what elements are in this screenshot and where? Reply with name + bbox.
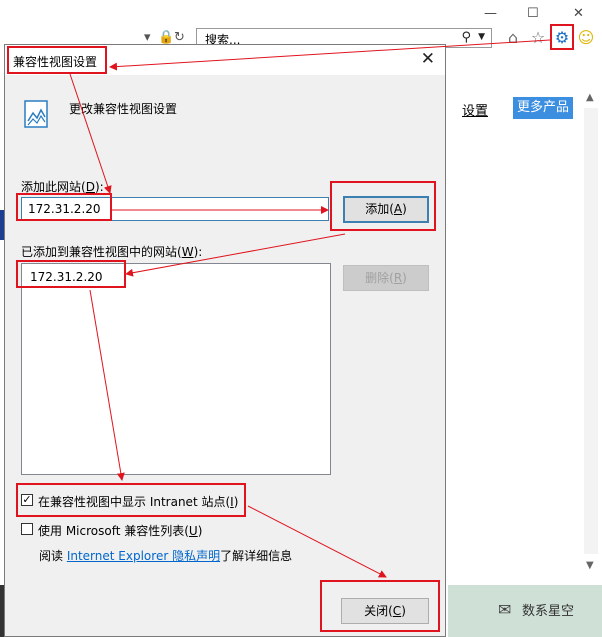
gear-icon[interactable]: ⚙	[552, 28, 572, 48]
added-sites-label: 已添加到兼容性视图中的网站(W):	[21, 245, 203, 259]
window-close-button[interactable]: ✕	[573, 6, 584, 21]
privacy-link[interactable]: Internet Explorer 隐私声明	[67, 549, 220, 563]
lock-icon: 🔒	[158, 30, 175, 45]
wechat-icon: ✉	[498, 600, 512, 619]
add-site-input[interactable]	[21, 197, 329, 221]
ms-list-checkbox[interactable]	[21, 523, 33, 535]
minimize-button[interactable]: —	[484, 6, 497, 21]
scroll-down-icon[interactable]: ▼	[586, 560, 594, 571]
star-icon[interactable]: ☆	[528, 28, 548, 48]
search-icon[interactable]: ⚲	[461, 30, 471, 45]
dialog-close-icon[interactable]: ✕	[421, 49, 435, 69]
home-icon[interactable]: ⌂	[503, 28, 523, 48]
more-products-button[interactable]: 更多产品	[513, 97, 573, 119]
compat-view-icon	[24, 100, 48, 128]
remove-button[interactable]: 删除(R)	[343, 265, 429, 291]
scroll-up-icon[interactable]: ▲	[586, 92, 594, 103]
dialog-titlebar[interactable]: 兼容性视图设置 ✕	[5, 45, 445, 75]
chevron-down-icon[interactable]: ▼	[478, 32, 485, 42]
smiley-icon[interactable]: ☺	[576, 28, 596, 48]
intranet-checkbox[interactable]: ✓	[21, 494, 33, 506]
dialog-title: 兼容性视图设置	[13, 55, 98, 69]
compat-view-dialog: 兼容性视图设置 ✕ 更改兼容性视图设置 添加此网站(D): 添加(A) 已添加到…	[4, 44, 446, 637]
page-content-behind	[448, 52, 602, 637]
refresh-icon[interactable]: ↻	[174, 30, 185, 45]
intranet-label[interactable]: 在兼容性视图中显示 Intranet 站点(I)	[38, 493, 238, 510]
add-button[interactable]: 添加(A)	[343, 196, 429, 223]
ms-list-label[interactable]: 使用 Microsoft 兼容性列表(U)	[38, 522, 202, 539]
scrollbar-track[interactable]	[584, 108, 598, 554]
close-button[interactable]: 关闭(C)	[341, 598, 429, 624]
dialog-header-text: 更改兼容性视图设置	[69, 102, 178, 116]
watermark-text: 数系星空	[522, 604, 575, 619]
maximize-button[interactable]: ☐	[527, 6, 539, 21]
dropdown-arrow-icon[interactable]: ▾	[144, 30, 151, 45]
add-site-label: 添加此网站(D):	[21, 180, 104, 194]
list-item[interactable]: 172.31.2.20	[30, 270, 103, 284]
settings-link[interactable]: 设置	[462, 100, 488, 119]
privacy-text: 阅读 Internet Explorer 隐私声明了解详细信息	[39, 549, 293, 563]
added-sites-list[interactable]: 172.31.2.20	[21, 263, 331, 475]
